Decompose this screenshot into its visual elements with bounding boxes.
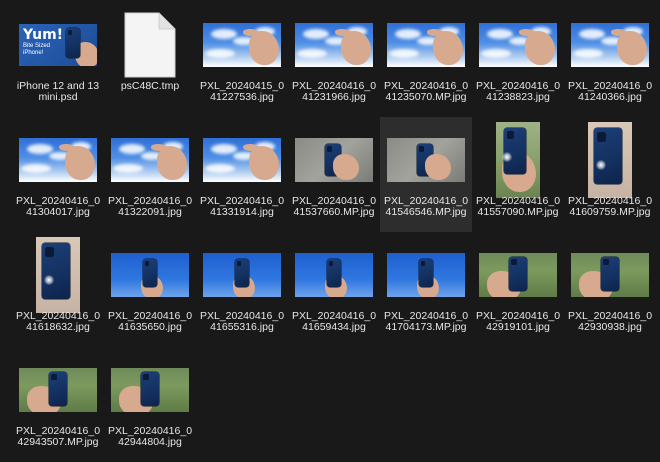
thumbnail-area [565,118,655,202]
file-name-label: PXL_20240416_041659434.jpg [291,310,377,333]
file-item[interactable]: PXL_20240416_041304017.jpg [13,118,103,231]
file-name-label: PXL_20240416_041331914.jpg [199,195,285,218]
file-item[interactable]: PXL_20240416_041546546.MP.jpg [380,117,472,232]
photo-thumbnail [479,253,557,297]
file-item[interactable]: psC48C.tmp [105,3,195,116]
photo-thumbnail [111,253,189,297]
photo-thumbnail [203,253,281,297]
psd-title-text: Yum! [23,27,64,43]
photo-thumbnail [295,253,373,297]
file-name-label: PXL_20240416_041546546.MP.jpg [383,195,469,218]
file-name-label: PXL_20240416_041704173.MP.jpg [383,310,469,333]
file-item[interactable]: PXL_20240416_042930938.jpg [565,233,655,346]
thumbnail-area [381,3,471,87]
photo-thumbnail [387,253,465,297]
thumbnail-area [197,233,287,317]
psd-subtitle-text: Bite Sized iPhone! [23,43,51,56]
file-name-label: PXL_20240416_041322091.jpg [107,195,193,218]
file-item[interactable]: PXL_20240416_041231966.jpg [289,3,379,116]
photo-thumbnail [19,138,97,182]
thumbnail-area [13,118,103,202]
photo-thumbnail [479,23,557,67]
photo-thumbnail [111,138,189,182]
thumbnail-area [381,118,471,202]
file-name-label: PXL_20240416_041618632.jpg [15,310,101,333]
thumbnail-area [381,233,471,317]
thumbnail-area [473,233,563,317]
file-item[interactable]: PXL_20240416_041235070.MP.jpg [381,3,471,116]
thumbnail-area [565,3,655,87]
file-item[interactable]: PXL_20240416_041655316.jpg [197,233,287,346]
thumbnail-area [105,118,195,202]
photo-thumbnail [19,368,97,412]
thumbnail-area [565,233,655,317]
thumbnail-area [13,348,103,432]
file-name-label: PXL_20240416_042930938.jpg [567,310,653,333]
photo-thumbnail [496,122,540,198]
file-item[interactable]: Yum! Bite Sized iPhone! iPhone 12 and 13 m… [13,3,103,116]
file-name-label: PXL_20240416_042944804.jpg [107,425,193,448]
photo-thumbnail [387,23,465,67]
file-name-label: psC48C.tmp [120,80,180,92]
file-name-label: PXL_20240416_041609759.MP.jpg [567,195,653,218]
file-item[interactable]: PXL_20240416_041537660.MP.jpg [289,118,379,231]
file-name-label: PXL_20240416_041304017.jpg [15,195,101,218]
file-item[interactable]: PXL_20240415_041227536.jpg [197,3,287,116]
file-name-label: PXL_20240416_041655316.jpg [199,310,285,333]
thumbnail-area [197,3,287,87]
photo-thumbnail [203,138,281,182]
thumbnail-area [289,118,379,202]
thumbnail-area [473,3,563,87]
photo-thumbnail [111,368,189,412]
file-name-label: PXL_20240416_042943507.MP.jpg [15,425,101,448]
file-item[interactable]: PXL_20240416_041618632.jpg [13,233,103,346]
file-item[interactable]: PXL_20240416_042943507.MP.jpg [13,348,103,461]
psd-thumbnail: Yum! Bite Sized iPhone! [19,24,97,66]
thumbnail-area [473,118,563,202]
file-grid: Yum! Bite Sized iPhone! iPhone 12 and 13 m… [12,2,656,462]
file-item[interactable]: PXL_20240416_041557090.MP.jpg [473,118,563,231]
thumbnail-area [289,3,379,87]
file-name-label: PXL_20240416_041240366.jpg [567,80,653,103]
photo-thumbnail [387,138,465,182]
photo-thumbnail [588,122,632,198]
file-item[interactable]: PXL_20240416_041238823.jpg [473,3,563,116]
thumbnail-area [197,118,287,202]
document-icon [124,12,176,78]
file-item[interactable]: PXL_20240416_041635650.jpg [105,233,195,346]
file-item[interactable]: PXL_20240416_042919101.jpg [473,233,563,346]
file-name-label: PXL_20240416_041235070.MP.jpg [383,80,469,103]
thumbnail-area [105,3,195,87]
file-item[interactable]: PXL_20240416_041240366.jpg [565,3,655,116]
photo-thumbnail [295,23,373,67]
file-item[interactable]: PXL_20240416_041659434.jpg [289,233,379,346]
file-item[interactable]: PXL_20240416_041331914.jpg [197,118,287,231]
photo-thumbnail [571,253,649,297]
thumbnail-area: Yum! Bite Sized iPhone! [13,3,103,87]
file-name-label: PXL_20240416_042919101.jpg [475,310,561,333]
file-name-label: PXL_20240416_041557090.MP.jpg [475,195,561,218]
file-item[interactable]: PXL_20240416_041704173.MP.jpg [381,233,471,346]
thumbnail-area [13,233,103,317]
file-item[interactable]: PXL_20240416_041609759.MP.jpg [565,118,655,231]
photo-thumbnail [571,23,649,67]
photo-thumbnail [36,237,80,313]
thumbnail-area [289,233,379,317]
file-item[interactable]: PXL_20240416_041322091.jpg [105,118,195,231]
file-name-label: PXL_20240415_041227536.jpg [199,80,285,103]
file-name-label: PXL_20240416_041238823.jpg [475,80,561,103]
photo-thumbnail [203,23,281,67]
file-name-label: PXL_20240416_041537660.MP.jpg [291,195,377,218]
file-item[interactable]: PXL_20240416_042944804.jpg [105,348,195,461]
file-name-label: iPhone 12 and 13 mini.psd [16,80,100,103]
photo-thumbnail [295,138,373,182]
thumbnail-area [105,348,195,432]
file-name-label: PXL_20240416_041635650.jpg [107,310,193,333]
thumbnail-area [105,233,195,317]
file-name-label: PXL_20240416_041231966.jpg [291,80,377,103]
